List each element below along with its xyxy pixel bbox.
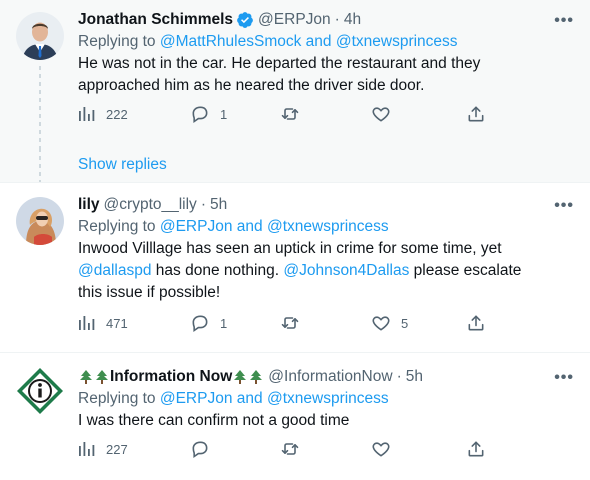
reply-button[interactable] — [190, 439, 210, 459]
separator: · — [334, 11, 340, 28]
analytics-icon — [79, 316, 95, 330]
tree-emoji-icon — [232, 369, 248, 385]
handle[interactable]: @InformationNow — [268, 367, 392, 387]
retweet-button[interactable] — [280, 104, 300, 124]
tweet-text-line: He was not in the car. He departed the r… — [78, 55, 481, 72]
tweet-jonathan-schimmels[interactable]: Jonathan Schimmels @ERPJon · 4h ••• Repl… — [0, 0, 590, 148]
tweet-text: Inwood Villlage has seen an uptick in cr… — [78, 238, 574, 304]
reply-button[interactable]: 1 — [190, 313, 227, 333]
reply-target-link[interactable]: @ERPJon — [160, 390, 233, 407]
tree-emoji-icon — [248, 369, 264, 385]
share-button[interactable] — [466, 104, 486, 124]
analytics-button[interactable]: 471 — [78, 314, 128, 332]
retweet-icon — [281, 443, 299, 455]
reply-target-link[interactable]: @ERPJon — [160, 218, 233, 235]
view-count: 471 — [106, 315, 128, 331]
tweet-text: He was not in the car. He departed the r… — [78, 53, 574, 97]
like-button[interactable] — [371, 104, 391, 124]
more-icon[interactable]: ••• — [554, 12, 574, 30]
verified-badge-icon — [236, 11, 254, 29]
tweet-information-now[interactable]: Information Now @InformationNow · 5h •••… — [0, 352, 590, 480]
thread-line — [39, 66, 41, 148]
retweet-icon — [281, 108, 299, 120]
reply-icon — [192, 106, 208, 124]
display-name[interactable]: Information Now — [110, 367, 232, 387]
view-count: 222 — [106, 106, 128, 122]
thread-line — [39, 148, 41, 182]
tweet-header: lily @crypto__lily · 5h — [78, 195, 574, 215]
tweet-text-line: this issue if possible! — [78, 284, 221, 301]
handle[interactable]: @ERPJon — [258, 10, 331, 30]
more-icon[interactable]: ••• — [554, 197, 574, 215]
reply-count: 1 — [220, 106, 228, 122]
display-name[interactable]: Jonathan Schimmels — [78, 10, 233, 30]
tweet-header: Information Now @InformationNow · 5h — [78, 367, 574, 387]
analytics-button[interactable]: 222 — [78, 105, 128, 123]
mention-link[interactable]: @dallaspd — [78, 262, 151, 279]
show-replies-link[interactable]: Show replies — [78, 156, 167, 174]
retweet-button[interactable] — [280, 313, 300, 333]
handle[interactable]: @crypto__lily — [104, 195, 197, 215]
tree-emoji-icon — [78, 369, 94, 385]
reply-and[interactable]: and — [237, 218, 263, 235]
replying-to: Replying to @MattRhulesSmock and @txnews… — [78, 31, 574, 53]
reply-icon — [192, 315, 208, 333]
retweet-icon — [281, 317, 299, 329]
mention-link[interactable]: @Johnson4Dallas — [283, 262, 409, 279]
timestamp[interactable]: 5h — [210, 195, 227, 215]
analytics-icon — [79, 107, 95, 121]
retweet-button[interactable] — [280, 439, 300, 459]
tweet-text-line: @dallaspd has done nothing. @Johnson4Dal… — [78, 260, 574, 282]
share-button[interactable] — [466, 313, 486, 333]
tweet-text-line: I was there can confirm not a good time — [78, 412, 350, 429]
reply-target-link[interactable]: @MattRhulesSmock — [160, 33, 302, 50]
tweet-text-segment: please escalate — [409, 262, 522, 279]
reply-target-link[interactable]: @txnewsprincess — [267, 390, 389, 407]
like-icon — [372, 442, 390, 457]
reply-target-link[interactable]: @txnewsprincess — [267, 218, 389, 235]
timestamp[interactable]: 5h — [406, 367, 423, 387]
like-button[interactable] — [371, 439, 391, 459]
show-replies-row[interactable]: Show replies — [0, 148, 590, 182]
reply-button[interactable]: 1 — [190, 104, 227, 124]
analytics-icon — [79, 442, 95, 456]
share-icon — [468, 106, 484, 122]
replying-to: Replying to @ERPJon and @txnewsprincess — [78, 388, 574, 410]
like-icon — [372, 107, 390, 122]
avatar[interactable] — [16, 197, 64, 245]
avatar[interactable] — [16, 367, 64, 415]
share-icon — [468, 315, 484, 331]
tweet-text: I was there can confirm not a good time — [78, 410, 574, 432]
view-count: 227 — [106, 441, 128, 457]
reply-and[interactable]: and — [237, 390, 263, 407]
share-button[interactable] — [466, 439, 486, 459]
tweet-lily[interactable]: lily @crypto__lily · 5h ••• Replying to … — [0, 182, 590, 352]
like-icon — [372, 316, 390, 331]
reply-target-link[interactable]: @txnewsprincess — [336, 33, 458, 50]
like-count: 5 — [401, 315, 409, 331]
tweet-text-segment: has done nothing. — [151, 262, 284, 279]
reply-and[interactable]: and — [306, 33, 332, 50]
tree-emoji-icon — [94, 369, 110, 385]
avatar[interactable] — [16, 12, 64, 60]
tweet-text-line: approached him as he neared the driver s… — [78, 77, 425, 94]
replying-to-label: Replying to — [78, 33, 156, 50]
timestamp[interactable]: 4h — [344, 10, 361, 30]
replying-to-label: Replying to — [78, 218, 156, 235]
tweet-text-line: Inwood Villlage has seen an uptick in cr… — [78, 240, 502, 257]
tweet-header: Jonathan Schimmels @ERPJon · 4h — [78, 10, 574, 30]
reply-icon — [192, 441, 208, 459]
display-name[interactable]: lily — [78, 195, 100, 215]
reply-count: 1 — [220, 315, 228, 331]
more-icon[interactable]: ••• — [554, 369, 574, 387]
replying-to-label: Replying to — [78, 390, 156, 407]
separator: · — [396, 368, 402, 385]
separator: · — [200, 196, 206, 213]
share-icon — [468, 441, 484, 457]
replying-to: Replying to @ERPJon and @txnewsprincess — [78, 216, 574, 238]
like-button[interactable]: 5 — [371, 313, 408, 333]
analytics-button[interactable]: 227 — [78, 440, 128, 458]
